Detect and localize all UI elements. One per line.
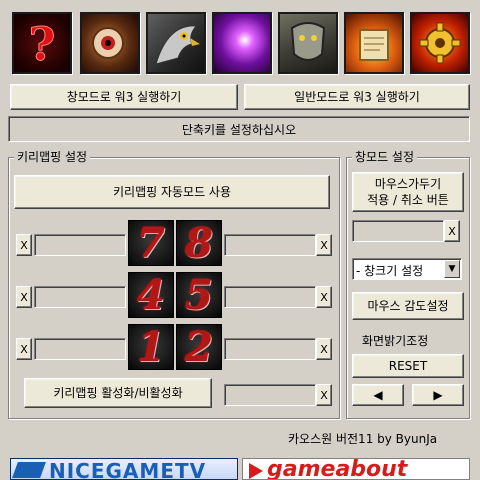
gear-fire-icon[interactable] [410, 12, 470, 74]
numpad-key-8-label: 8 [185, 219, 213, 267]
armor-icon[interactable] [278, 12, 338, 74]
clear-label: X [320, 388, 328, 402]
numpad-key-4[interactable]: 4 [128, 271, 174, 319]
clear-mouse-confine-key-button[interactable]: ◀X [444, 220, 460, 242]
brightness-label: 화면밝기조정 [362, 334, 429, 348]
nicegametv-banner[interactable]: NICEGAMETV [10, 458, 238, 480]
eye-icon[interactable] [80, 12, 140, 74]
normal-mode-run-label: 일반모드로 워3 실행하기 [294, 90, 420, 104]
numpad-key-8[interactable]: 8 [176, 219, 222, 267]
brightness-increase-button[interactable]: ▶ [412, 384, 464, 406]
numpad-key-2-label: 2 [185, 323, 213, 371]
status-bar: 단축키를 설정하십시오 [8, 116, 470, 142]
clear-key-4-button[interactable]: X [16, 286, 32, 308]
numpad-key-1[interactable]: 1 [128, 323, 174, 371]
mouse-confine-button[interactable]: 마우스가두기 적용 / 취소 버튼 [352, 172, 464, 212]
chevron-down-icon[interactable]: ▼ [444, 260, 460, 278]
clear-label: X [20, 290, 28, 304]
clear-label: X [20, 342, 28, 356]
keymap-toggle-button[interactable]: 키리맵핑 활성화/비활성화 [24, 378, 212, 408]
gameabout-text: gameabout [267, 458, 408, 480]
eagle-icon[interactable] [146, 12, 206, 74]
brightness-decrease-button[interactable]: ◀ [352, 384, 404, 406]
brightness-reset-label: RESET [388, 359, 428, 373]
magic-spark-icon[interactable] [212, 12, 272, 74]
window-mode-group-label: 창모드 설정 [352, 150, 418, 164]
keymap-auto-mode-label: 키리맵핑 자동모드 사용 [112, 185, 232, 199]
key-2-input[interactable] [224, 338, 316, 360]
normal-mode-run-button[interactable]: 일반모드로 워3 실행하기 [244, 84, 470, 110]
mouse-confine-key-input[interactable] [352, 220, 444, 242]
version-credit: 카오스원 버전11 by ByunJa [288, 432, 438, 446]
help-icon[interactable]: ? [12, 12, 72, 74]
brightness-reset-button[interactable]: RESET [352, 354, 464, 378]
clear-toggle-key-button[interactable]: X [316, 384, 332, 406]
scroll-fire-icon[interactable] [344, 12, 404, 74]
nicegametv-text: NICEGAMETV [49, 459, 207, 480]
gameabout-logo-icon [249, 463, 263, 479]
right-arrow-icon: ▶ [433, 388, 443, 402]
gameabout-banner[interactable]: gameabout [242, 458, 470, 480]
clear-label: X [320, 342, 328, 356]
clear-label: X [320, 238, 328, 252]
left-arrow-icon: ◀ [373, 388, 383, 402]
key-7-input[interactable] [34, 234, 126, 256]
clear-label: X [20, 238, 28, 252]
key-8-input[interactable] [224, 234, 316, 256]
clear-key-1-button[interactable]: X [16, 338, 32, 360]
numpad-key-1-label: 1 [137, 323, 165, 371]
clear-key-2-button[interactable]: X [316, 338, 332, 360]
nicegametv-logo-icon [12, 462, 46, 478]
status-message: 단축키를 설정하십시오 [181, 122, 297, 137]
key-5-input[interactable] [224, 286, 316, 308]
numpad-key-5[interactable]: 5 [176, 271, 222, 319]
numpad-key-7[interactable]: 7 [128, 219, 174, 267]
keymap-auto-mode-button[interactable]: 키리맵핑 자동모드 사용 [14, 175, 330, 209]
numpad-key-2[interactable]: 2 [176, 323, 222, 371]
keymap-group-label: 키리맵핑 설정 [14, 150, 91, 164]
mouse-sensitivity-button[interactable]: 마우스 감도설정 [352, 292, 464, 320]
numpad-key-4-label: 4 [137, 271, 165, 319]
clear-label: X [448, 224, 456, 238]
mouse-confine-label-line2: 적용 / 취소 버튼 [367, 193, 449, 207]
numpad-key-7-label: 7 [137, 219, 165, 267]
clear-key-8-button[interactable]: X [316, 234, 332, 256]
svg-text:?: ? [29, 17, 56, 71]
clear-key-7-button[interactable]: X [16, 234, 32, 256]
mouse-confine-label-line1: 마우스가두기 [374, 177, 442, 191]
clear-label: X [320, 290, 328, 304]
mouse-sensitivity-label: 마우스 감도설정 [367, 299, 449, 313]
window-mode-run-button[interactable]: 창모드로 워3 실행하기 [10, 84, 238, 110]
toggle-key-input[interactable] [224, 384, 316, 406]
keymap-toggle-label: 키리맵핑 활성화/비활성화 [53, 386, 183, 400]
key-4-input[interactable] [34, 286, 126, 308]
clear-key-5-button[interactable]: X [316, 286, 332, 308]
window-size-select-value: - 창크기 설정 [356, 264, 424, 278]
window-size-select[interactable]: - 창크기 설정 ▼ [352, 258, 462, 280]
key-1-input[interactable] [34, 338, 126, 360]
window-mode-run-label: 창모드로 워3 실행하기 [66, 90, 182, 104]
numpad-key-5-label: 5 [185, 271, 213, 319]
